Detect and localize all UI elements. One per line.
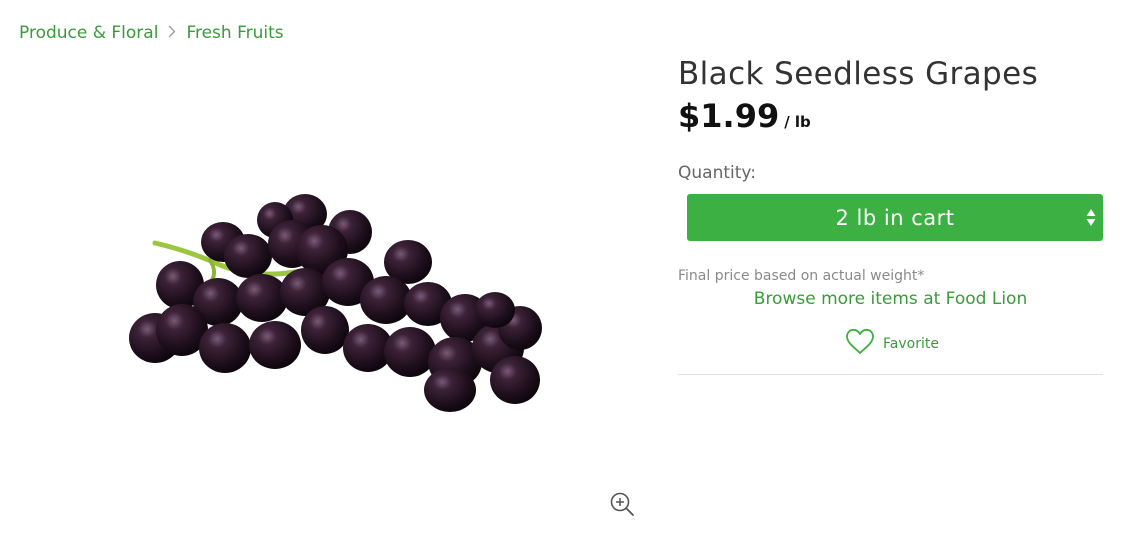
product-image bbox=[110, 180, 560, 430]
product-page: Produce & Floral Fresh Fruits Black Seed… bbox=[0, 0, 1140, 540]
price-note: Final price based on actual weight* bbox=[678, 268, 925, 284]
breadcrumb-produce-floral[interactable]: Produce & Floral bbox=[19, 23, 158, 43]
chevron-right-icon bbox=[168, 25, 176, 41]
favorite-label: Favorite bbox=[883, 335, 939, 352]
price-unit: / lb bbox=[784, 113, 811, 131]
quantity-select[interactable]: 2 lb in cart bbox=[687, 194, 1103, 241]
quantity-label: Quantity: bbox=[678, 163, 756, 183]
product-title: Black Seedless Grapes bbox=[678, 56, 1039, 92]
price-row: $1.99 / lb bbox=[678, 97, 811, 135]
favorite-button[interactable]: Favorite bbox=[845, 328, 939, 359]
breadcrumb: Produce & Floral Fresh Fruits bbox=[19, 23, 284, 43]
zoom-in-icon[interactable] bbox=[609, 491, 635, 517]
product-price: $1.99 bbox=[678, 97, 780, 135]
quantity-value: 2 lb in cart bbox=[835, 205, 955, 230]
browse-more-link[interactable]: Browse more items at Food Lion bbox=[678, 289, 1103, 309]
breadcrumb-fresh-fruits[interactable]: Fresh Fruits bbox=[186, 23, 283, 43]
heart-icon bbox=[845, 328, 875, 359]
grapes-image bbox=[129, 194, 542, 412]
updown-arrows-icon bbox=[1086, 208, 1096, 228]
divider bbox=[678, 374, 1103, 375]
